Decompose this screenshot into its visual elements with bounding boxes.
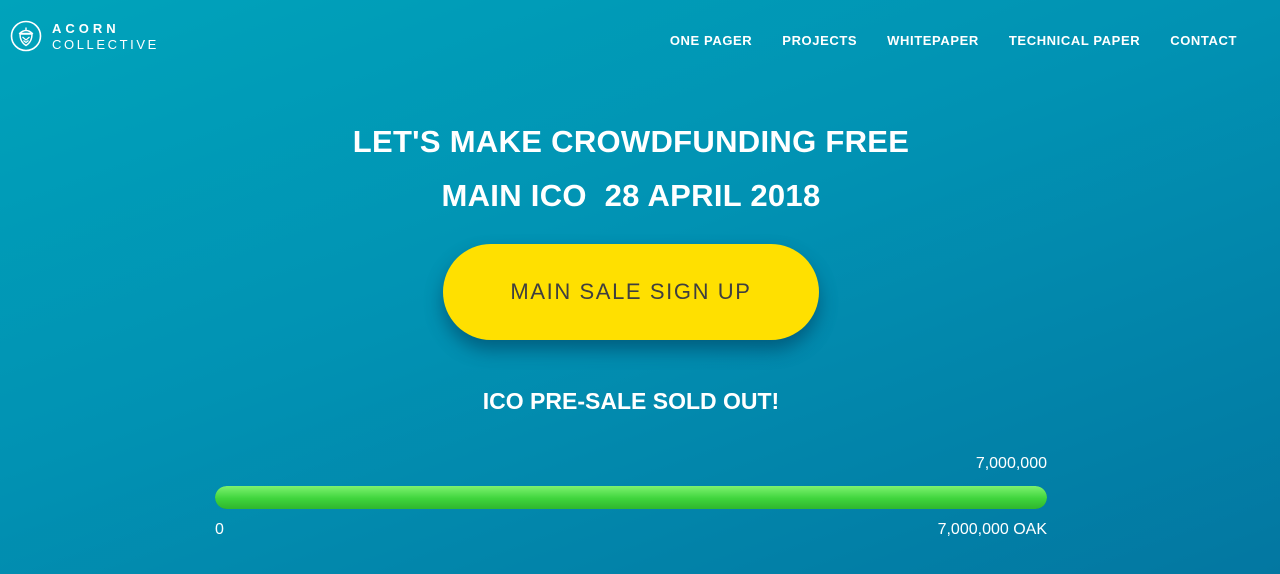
logo-line-acorn: ACORN (52, 20, 120, 36)
nav-one-pager[interactable]: ONE PAGER (670, 33, 752, 48)
hero-title: LET'S MAKE CROWDFUNDING FREE (352, 124, 910, 159)
progress-min-label: 0 (215, 521, 224, 538)
nav-whitepaper[interactable]: WHITEPAPER (887, 33, 979, 48)
logo-line-collective: COLLECTIVE (52, 36, 159, 52)
progress-top-label: 7,000,000 (975, 455, 1047, 472)
acorn-collective-logo[interactable]: ACORN COLLECTIVE (10, 20, 159, 52)
sale-progress-bar (215, 486, 1047, 509)
presale-status: ICO PRE-SALE SOLD OUT! (482, 388, 780, 414)
progress-max-label: 7,000,000 OAK (937, 521, 1047, 538)
hero-subtitle: MAIN ICO 28 APRIL 2018 (441, 178, 821, 213)
nav-projects[interactable]: PROJECTS (782, 33, 857, 48)
acorn-logo-icon (10, 20, 42, 52)
nav-contact[interactable]: CONTACT (1170, 33, 1237, 48)
main-nav: ONE PAGER PROJECTS WHITEPAPER TECHNICAL … (670, 33, 1237, 48)
main-sale-sign-up-button[interactable]: MAIN SALE SIGN UP (443, 244, 819, 340)
nav-technical-paper[interactable]: TECHNICAL PAPER (1009, 33, 1140, 48)
sale-progress-fill (215, 486, 1047, 509)
logo-text: ACORN COLLECTIVE (52, 22, 159, 51)
